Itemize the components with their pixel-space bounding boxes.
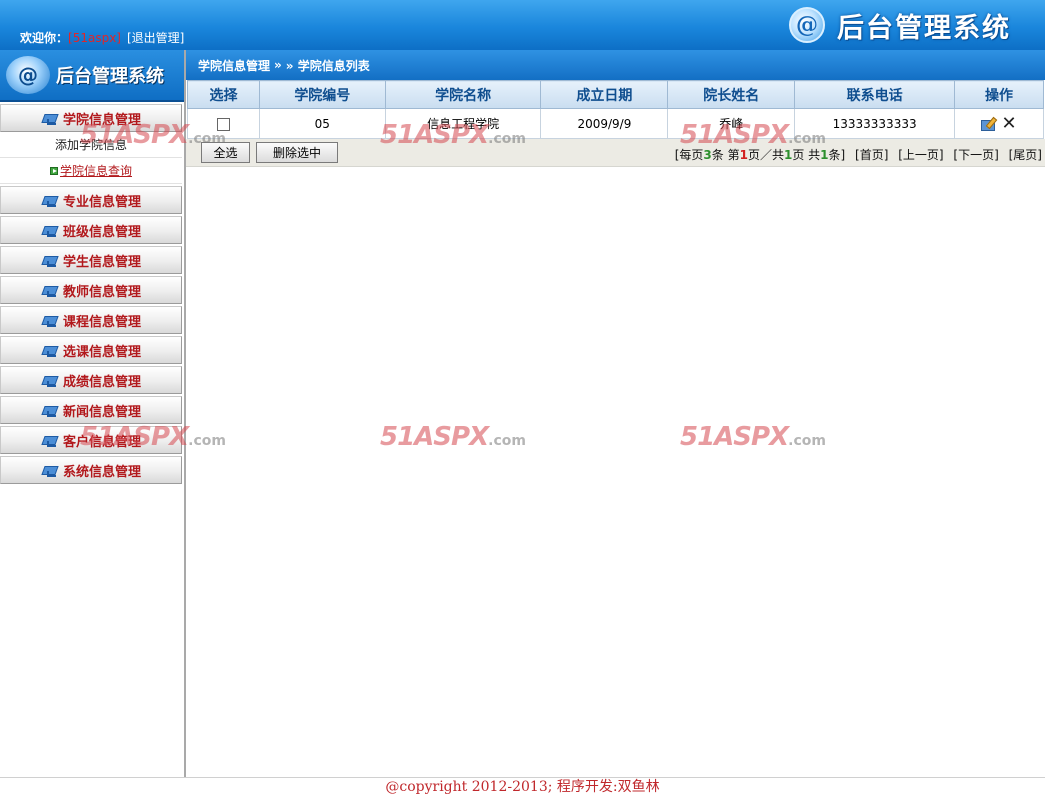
col-phone: 联系电话 <box>794 80 956 109</box>
cell-founded-date: 2009/9/9 <box>540 108 669 139</box>
pager-total-items: 1 <box>820 148 829 162</box>
sidebar-item-label: 班级信息管理 <box>62 224 141 240</box>
logo-icon: @ <box>789 7 825 43</box>
delete-icon[interactable]: ✕ <box>1001 114 1016 132</box>
sidebar-item-teacher[interactable]: 教师信息管理 <box>0 276 182 304</box>
breadcrumb-section: 学院信息管理 <box>198 58 271 73</box>
sidebar-item-label: 客户信息管理 <box>62 434 141 450</box>
menu-folder-icon <box>41 254 59 267</box>
menu-folder-icon <box>41 434 59 447</box>
sidebar-item-class[interactable]: 班级信息管理 <box>0 216 182 244</box>
col-college-name: 学院名称 <box>384 80 542 109</box>
pager-per-page: 3 <box>703 148 712 162</box>
row-select-cell <box>187 108 260 139</box>
pager: [每页3条 第1页／共1页 共1条] [首页] [上一页] [下一页] [尾页] <box>674 148 1042 162</box>
pager-next-link[interactable]: [下一页] <box>953 148 998 162</box>
col-operation: 操作 <box>954 80 1044 109</box>
logout-link[interactable]: [退出管理] <box>127 31 184 45</box>
menu-folder-icon <box>41 404 59 417</box>
delete-selected-button[interactable]: 删除选中 <box>256 142 338 163</box>
sidebar-item-label: 选课信息管理 <box>62 344 141 360</box>
action-bar: 全选 删除选中 [每页3条 第1页／共1页 共1条] [首页] [上一页] [下… <box>186 139 1045 167</box>
sidebar-item-label: 教师信息管理 <box>62 284 141 300</box>
menu-folder-icon <box>41 112 59 125</box>
sidebar-item-student[interactable]: 学生信息管理 <box>0 246 182 274</box>
menu-folder-icon <box>41 284 59 297</box>
col-dean-name: 院长姓名 <box>667 80 796 109</box>
sidebar-logo-icon: @ <box>6 56 50 94</box>
pager-current-page: 1 <box>739 148 748 162</box>
sidebar-item-course[interactable]: 课程信息管理 <box>0 306 182 334</box>
select-all-button[interactable]: 全选 <box>201 142 250 163</box>
sidebar-item-label: 课程信息管理 <box>62 314 141 330</box>
cell-phone: 13333333333 <box>794 108 956 139</box>
footer: @copyright 2012-2013; 程序开发:双鱼林 <box>0 777 1045 797</box>
submenu-query-college[interactable]: 学院信息查询 <box>0 158 182 184</box>
cell-operation: ✕ <box>954 108 1044 139</box>
cell-college-id: 05 <box>258 108 386 139</box>
sidebar-brand-title: 后台管理系统 <box>56 66 164 87</box>
arrow-right-icon <box>49 166 58 175</box>
sidebar-item-elective[interactable]: 选课信息管理 <box>0 336 182 364</box>
menu-folder-icon <box>41 194 59 207</box>
pager-last-link[interactable]: [尾页] <box>1009 148 1042 162</box>
sidebar: @ 后台管理系统 学院信息管理 添加学院信息 学院信息查询 专业信息管理 班级信… <box>0 50 186 777</box>
menu-folder-icon <box>41 374 59 387</box>
sidebar-item-major[interactable]: 专业信息管理 <box>0 186 182 214</box>
breadcrumb: 学院信息管理 » » 学院信息列表 <box>186 50 1045 80</box>
system-brand: @ 后台管理系统 <box>789 6 1011 44</box>
breadcrumb-separator: » <box>274 58 282 72</box>
sidebar-item-label: 专业信息管理 <box>62 194 141 210</box>
submenu-add-college[interactable]: 添加学院信息 <box>0 132 182 158</box>
sidebar-item-label: 成绩信息管理 <box>62 374 141 390</box>
system-title: 后台管理系统 <box>837 12 1011 44</box>
col-founded-date: 成立日期 <box>540 80 669 109</box>
pager-prev-link[interactable]: [上一页] <box>898 148 943 162</box>
sidebar-brand: @ 后台管理系统 <box>0 50 184 102</box>
copyright-text: @copyright 2012-2013; 程序开发:双鱼林 <box>385 779 660 795</box>
breadcrumb-page: » 学院信息列表 <box>285 58 370 73</box>
sidebar-item-news[interactable]: 新闻信息管理 <box>0 396 182 424</box>
menu-folder-icon <box>41 314 59 327</box>
col-college-id: 学院编号 <box>258 80 386 109</box>
college-submenu: 添加学院信息 学院信息查询 <box>0 132 182 184</box>
menu-folder-icon <box>41 224 59 237</box>
welcome-bar: 欢迎你：[51aspx] [退出管理] <box>20 29 184 46</box>
col-select: 选择 <box>187 80 260 109</box>
sidebar-item-label: 学院信息管理 <box>62 112 141 128</box>
edit-icon[interactable] <box>981 117 997 131</box>
sidebar-item-label: 学生信息管理 <box>62 254 141 270</box>
top-header: 欢迎你：[51aspx] [退出管理] @ 后台管理系统 <box>0 0 1045 50</box>
pager-first-link[interactable]: [首页] <box>855 148 888 162</box>
cell-college-name: 信息工程学院 <box>384 108 542 139</box>
menu-folder-icon <box>41 464 59 477</box>
sidebar-item-system[interactable]: 系统信息管理 <box>0 456 182 484</box>
sidebar-item-college[interactable]: 学院信息管理 <box>0 104 182 132</box>
table-header-row: 选择 学院编号 学院名称 成立日期 院长姓名 联系电话 操作 <box>187 80 1044 109</box>
sidebar-item-label: 新闻信息管理 <box>62 404 141 420</box>
sidebar-item-customer[interactable]: 客户信息管理 <box>0 426 182 454</box>
main-content: 学院信息管理 » » 学院信息列表 选择 学院编号 学院名称 成立日期 院长姓名… <box>186 50 1045 777</box>
table-row: 05 信息工程学院 2009/9/9 乔峰 13333333333 ✕ <box>187 108 1044 139</box>
sidebar-item-label: 系统信息管理 <box>62 464 141 480</box>
row-checkbox[interactable] <box>216 117 230 131</box>
menu-folder-icon <box>41 344 59 357</box>
welcome-label: 欢迎你： <box>20 31 69 45</box>
sidebar-item-score[interactable]: 成绩信息管理 <box>0 366 182 394</box>
cell-dean-name: 乔峰 <box>667 108 796 139</box>
username-link[interactable]: [51aspx] <box>68 31 121 45</box>
college-table: 选择 学院编号 学院名称 成立日期 院长姓名 联系电话 操作 05 信息工程学院… <box>187 80 1044 139</box>
